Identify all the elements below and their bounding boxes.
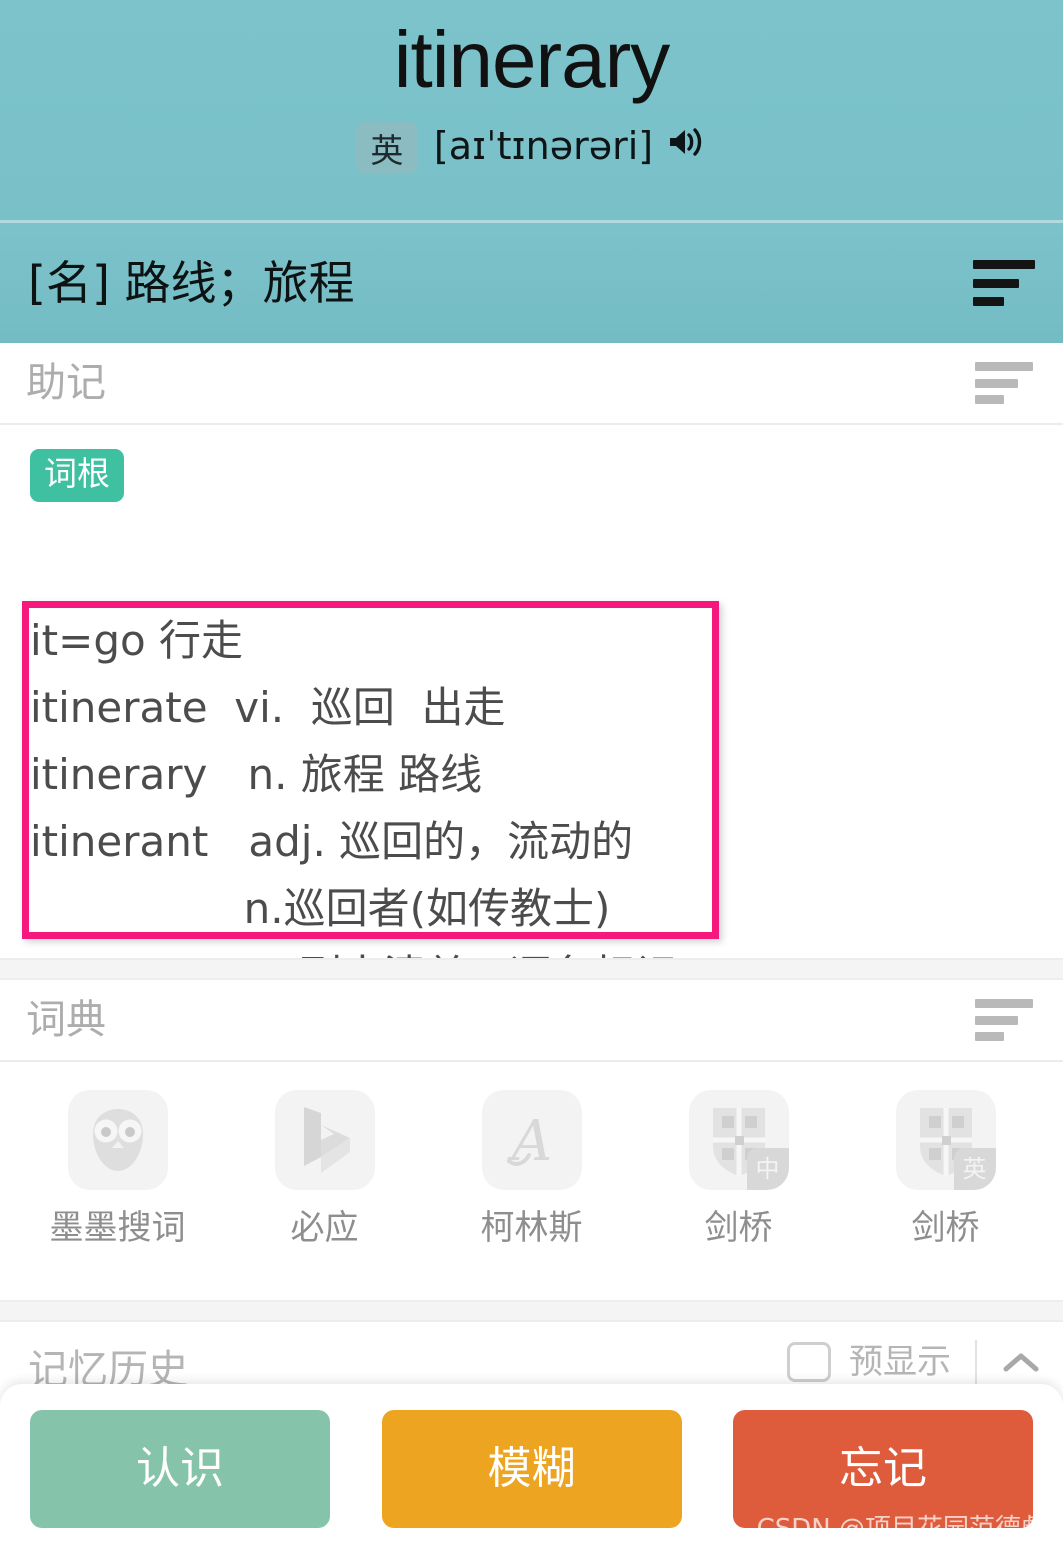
page-title: itinerary [393, 15, 671, 104]
dictionary-item-label: 必应 [290, 1208, 359, 1248]
mnemonic-section-header: 助记 [0, 343, 1063, 425]
mnemonic-line: it=go 行走 [30, 616, 244, 665]
owl-icon [67, 1090, 168, 1190]
preshow-checkbox-label: 预显示 [849, 1342, 951, 1382]
cambridge-shield-icon: 中 [688, 1090, 789, 1190]
mnemonic-section-title: 助记 [26, 360, 106, 406]
divider [975, 1340, 977, 1384]
dictionary-section: 词典 墨墨搜词 必应 A 柯林斯 中 剑桥 英 剑桥 [0, 980, 1063, 1320]
word-block: itinerary 英 [aɪˈtɪnərəri] [0, 0, 1063, 222]
know-button[interactable]: 认识 [30, 1409, 330, 1528]
mnemonic-text-block[interactable]: it=go 行走 itinerate vi. 巡回 出走 itinerary n… [30, 607, 1030, 1009]
sort-lines-icon[interactable] [975, 362, 1033, 404]
sort-lines-icon[interactable] [973, 260, 1035, 306]
section-divider [0, 958, 1063, 980]
mnemonic-line: itinerate vi. 巡回 出走 [30, 683, 506, 732]
dictionary-item-label: 剑桥 [911, 1208, 980, 1248]
vague-button[interactable]: 模糊 [381, 1409, 682, 1528]
dictionary-item-momo[interactable]: 墨墨搜词 [14, 1090, 221, 1249]
mnemonic-line: itinerant adj. 巡回的，流动的 [30, 817, 634, 866]
dictionary-item-cambridge-en[interactable]: 英 剑桥 [842, 1090, 1049, 1249]
dictionary-item-label: 墨墨搜词 [49, 1208, 186, 1248]
cambridge-lang-badge: 英 [953, 1148, 996, 1190]
section-divider [0, 1300, 1063, 1322]
mnemonic-line: itinerary n. 旅程 路线 [30, 750, 483, 799]
chevron-up-icon[interactable] [1001, 1342, 1041, 1382]
dictionary-item-cambridge-cn[interactable]: 中 剑桥 [635, 1090, 842, 1249]
collins-script-a-icon: A [481, 1090, 582, 1190]
word-header: itinerary 英 [aɪˈtɪnərəri] [名] 路线；旅程 [0, 0, 1063, 343]
definition-text: [名] 路线；旅程 [28, 256, 355, 310]
lang-badge: 英 [355, 121, 418, 174]
cambridge-lang-badge: 中 [746, 1148, 789, 1190]
phonetic-text: [aɪˈtɪnərəri] [434, 120, 707, 175]
dictionary-section-header: 词典 [0, 980, 1063, 1062]
cambridge-shield-icon: 英 [895, 1090, 996, 1190]
memory-history-controls: 预显示 [787, 1340, 1041, 1384]
dictionary-grid: 墨墨搜词 必应 A 柯林斯 中 剑桥 英 剑桥 [0, 1062, 1063, 1249]
sort-lines-icon[interactable] [975, 999, 1033, 1041]
mnemonic-line: n.巡回者(如传教士) [30, 884, 611, 933]
mnemonic-section: 助记 词根 it=go 行走 itinerate vi. 巡回 出走 itine… [0, 343, 1063, 1000]
dictionary-item-collins[interactable]: A 柯林斯 [428, 1090, 635, 1249]
dictionary-item-label: 柯林斯 [480, 1208, 583, 1248]
pronunciation-row[interactable]: 英 [aɪˈtɪnərəri] [0, 120, 1063, 175]
forgot-button[interactable]: 忘记 [733, 1409, 1033, 1528]
checkbox-unchecked-icon[interactable] [787, 1342, 831, 1382]
dictionary-section-title: 词典 [26, 997, 106, 1043]
speaker-icon[interactable] [661, 122, 707, 175]
bing-logo-icon [274, 1090, 375, 1190]
root-tag-badge: 词根 [30, 449, 124, 502]
mnemonic-body: 词根 it=go 行走 itinerate vi. 巡回 出走 itinerar… [0, 425, 1063, 1000]
definition-row: [名] 路线；旅程 [0, 223, 1063, 343]
dictionary-item-label: 剑桥 [704, 1208, 773, 1248]
dictionary-item-bing[interactable]: 必应 [221, 1090, 428, 1249]
rating-action-bar: 认识 模糊 忘记 CSDN @项目花园范德彪 [0, 1384, 1063, 1553]
memorization-card-screen: itinerary 英 [aɪˈtɪnərəri] [名] 路线；旅程 助记 词… [0, 0, 1063, 1553]
